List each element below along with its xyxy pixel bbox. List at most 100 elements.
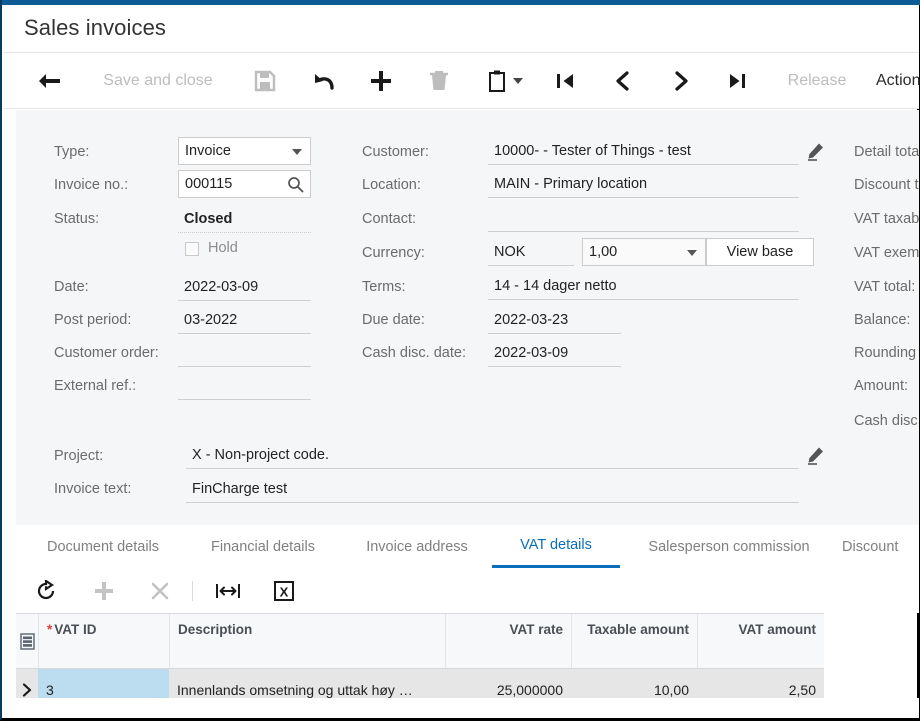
status-value: Closed: [184, 210, 233, 227]
due-date-input[interactable]: 2022-03-23: [488, 306, 621, 334]
currency-value: NOK: [494, 243, 526, 260]
actions-menu-button[interactable]: Actions: [876, 53, 920, 108]
currency-rate-value: 1,00: [589, 244, 618, 260]
column-label: VAT ID: [54, 622, 97, 637]
tab-discount[interactable]: Discount: [842, 525, 920, 568]
cash-disc-label: Cash disc: [854, 413, 918, 429]
edit-customer-icon[interactable]: [806, 142, 825, 166]
view-base-button[interactable]: View base: [706, 238, 814, 266]
next-record-icon[interactable]: [660, 53, 702, 108]
grid-header-row: * VAT ID Description VAT rate Taxable amo…: [16, 613, 824, 669]
terms-input[interactable]: 14 - 14 dager netto: [488, 272, 799, 300]
terms-value: 14 - 14 dager netto: [494, 277, 617, 294]
column-label: VAT amount: [738, 622, 817, 637]
type-select[interactable]: Invoice: [178, 137, 311, 165]
hold-label: Hold: [208, 240, 238, 256]
column-label: VAT rate: [509, 622, 563, 637]
rounding-label: Rounding: [854, 345, 917, 361]
chevron-down-icon: [513, 77, 523, 84]
release-button[interactable]: Release: [776, 53, 858, 108]
post-period-value: 03-2022: [184, 311, 238, 328]
detail-total-label: Detail tota: [854, 144, 920, 160]
first-record-icon[interactable]: [544, 53, 586, 108]
date-input[interactable]: 2022-03-09: [178, 273, 311, 301]
back-arrow-icon[interactable]: [28, 53, 70, 108]
add-row-icon[interactable]: [82, 569, 126, 613]
invoice-text-input[interactable]: FinCharge test: [186, 475, 799, 503]
currency-input[interactable]: NOK: [488, 238, 574, 266]
page-title: Sales invoices: [24, 15, 167, 40]
project-value: X - Non-project code.: [192, 446, 330, 463]
currency-rate-select[interactable]: 1,00: [582, 238, 706, 266]
svg-text:X: X: [280, 585, 289, 600]
post-period-input[interactable]: 03-2022: [178, 306, 311, 334]
undo-icon[interactable]: [302, 53, 344, 108]
refresh-icon[interactable]: [24, 569, 68, 613]
search-icon[interactable]: [287, 176, 304, 198]
save-icon[interactable]: [244, 53, 286, 108]
tab-vat-details[interactable]: VAT details: [492, 525, 620, 568]
cash-disc-date-input[interactable]: 2022-03-09: [488, 339, 621, 367]
vat-exempt-label: VAT exem: [854, 245, 920, 261]
hold-checkbox[interactable]: [185, 242, 199, 256]
chevron-down-icon: [292, 149, 302, 155]
location-input[interactable]: MAIN - Primary location: [488, 170, 799, 198]
invoice-no-value: 000115: [185, 176, 233, 192]
column-header-description[interactable]: Description: [169, 614, 445, 668]
column-label: Description: [178, 622, 253, 637]
invoice-no-label: Invoice no.:: [54, 177, 129, 193]
last-record-icon[interactable]: [716, 53, 758, 108]
column-header-vat-rate[interactable]: VAT rate: [445, 614, 571, 668]
amount-label: Amount:: [854, 378, 908, 394]
type-value: Invoice: [185, 143, 231, 159]
currency-label: Currency:: [362, 245, 425, 261]
detail-tabs: Document details Financial details Invoi…: [16, 525, 919, 570]
column-settings-icon[interactable]: [16, 614, 38, 668]
balance-label: Balance:: [854, 312, 911, 328]
plus-icon[interactable]: [360, 53, 402, 108]
contact-label: Contact:: [362, 211, 416, 227]
location-label: Location:: [362, 177, 421, 193]
tab-financial-details[interactable]: Financial details: [196, 525, 330, 568]
tab-invoice-address[interactable]: Invoice address: [350, 525, 484, 568]
terms-label: Terms:: [362, 279, 406, 295]
required-marker: *: [47, 622, 53, 637]
invoice-form-panel: Type: Invoice Invoice no.: 000115 Status…: [16, 110, 919, 525]
main-toolbar: Save and close Release Action: [4, 53, 920, 109]
tab-document-details[interactable]: Document details: [30, 525, 176, 568]
save-and-close-button[interactable]: Save and close: [88, 53, 228, 108]
delete-row-icon[interactable]: [138, 569, 182, 613]
tab-salesperson-commission[interactable]: Salesperson commission: [632, 525, 826, 568]
date-label: Date:: [54, 279, 89, 295]
chevron-down-icon: [687, 250, 697, 256]
due-date-value: 2022-03-23: [494, 311, 569, 328]
column-header-taxable-amount[interactable]: Taxable amount: [571, 614, 697, 668]
vat-taxable-label: VAT taxab: [854, 211, 920, 227]
invoice-no-input[interactable]: 000115: [178, 170, 311, 198]
cash-disc-date-value: 2022-03-09: [494, 344, 569, 361]
app-window: Sales invoices Save and close Release Ac…: [0, 0, 920, 721]
clipboard-menu-button[interactable]: [476, 53, 534, 108]
contact-input[interactable]: [488, 204, 799, 232]
grid-toolbar: X: [16, 569, 919, 613]
trash-icon[interactable]: [418, 53, 460, 108]
post-period-label: Post period:: [54, 312, 132, 328]
grid-footer-space: [16, 698, 919, 718]
excel-export-icon[interactable]: X: [262, 569, 306, 613]
column-label: Taxable amount: [587, 622, 689, 637]
edit-project-icon[interactable]: [806, 446, 825, 470]
clipboard-icon: [487, 70, 507, 92]
customer-input[interactable]: 10000- - Tester of Things - test: [488, 137, 799, 165]
external-ref-input[interactable]: [178, 372, 311, 400]
previous-record-icon[interactable]: [602, 53, 644, 108]
customer-value: 10000- - Tester of Things - test: [494, 142, 691, 159]
project-input[interactable]: X - Non-project code.: [186, 441, 799, 469]
customer-order-input[interactable]: [178, 339, 311, 367]
cash-disc-date-label: Cash disc. date:: [362, 345, 466, 361]
column-header-vat-amount[interactable]: VAT amount: [697, 614, 824, 668]
customer-order-label: Customer order:: [54, 345, 159, 361]
invoice-text-label: Invoice text:: [54, 481, 132, 497]
fit-columns-icon[interactable]: [206, 569, 250, 613]
external-ref-label: External ref.:: [54, 378, 137, 394]
column-header-vat-id[interactable]: * VAT ID: [38, 614, 169, 668]
